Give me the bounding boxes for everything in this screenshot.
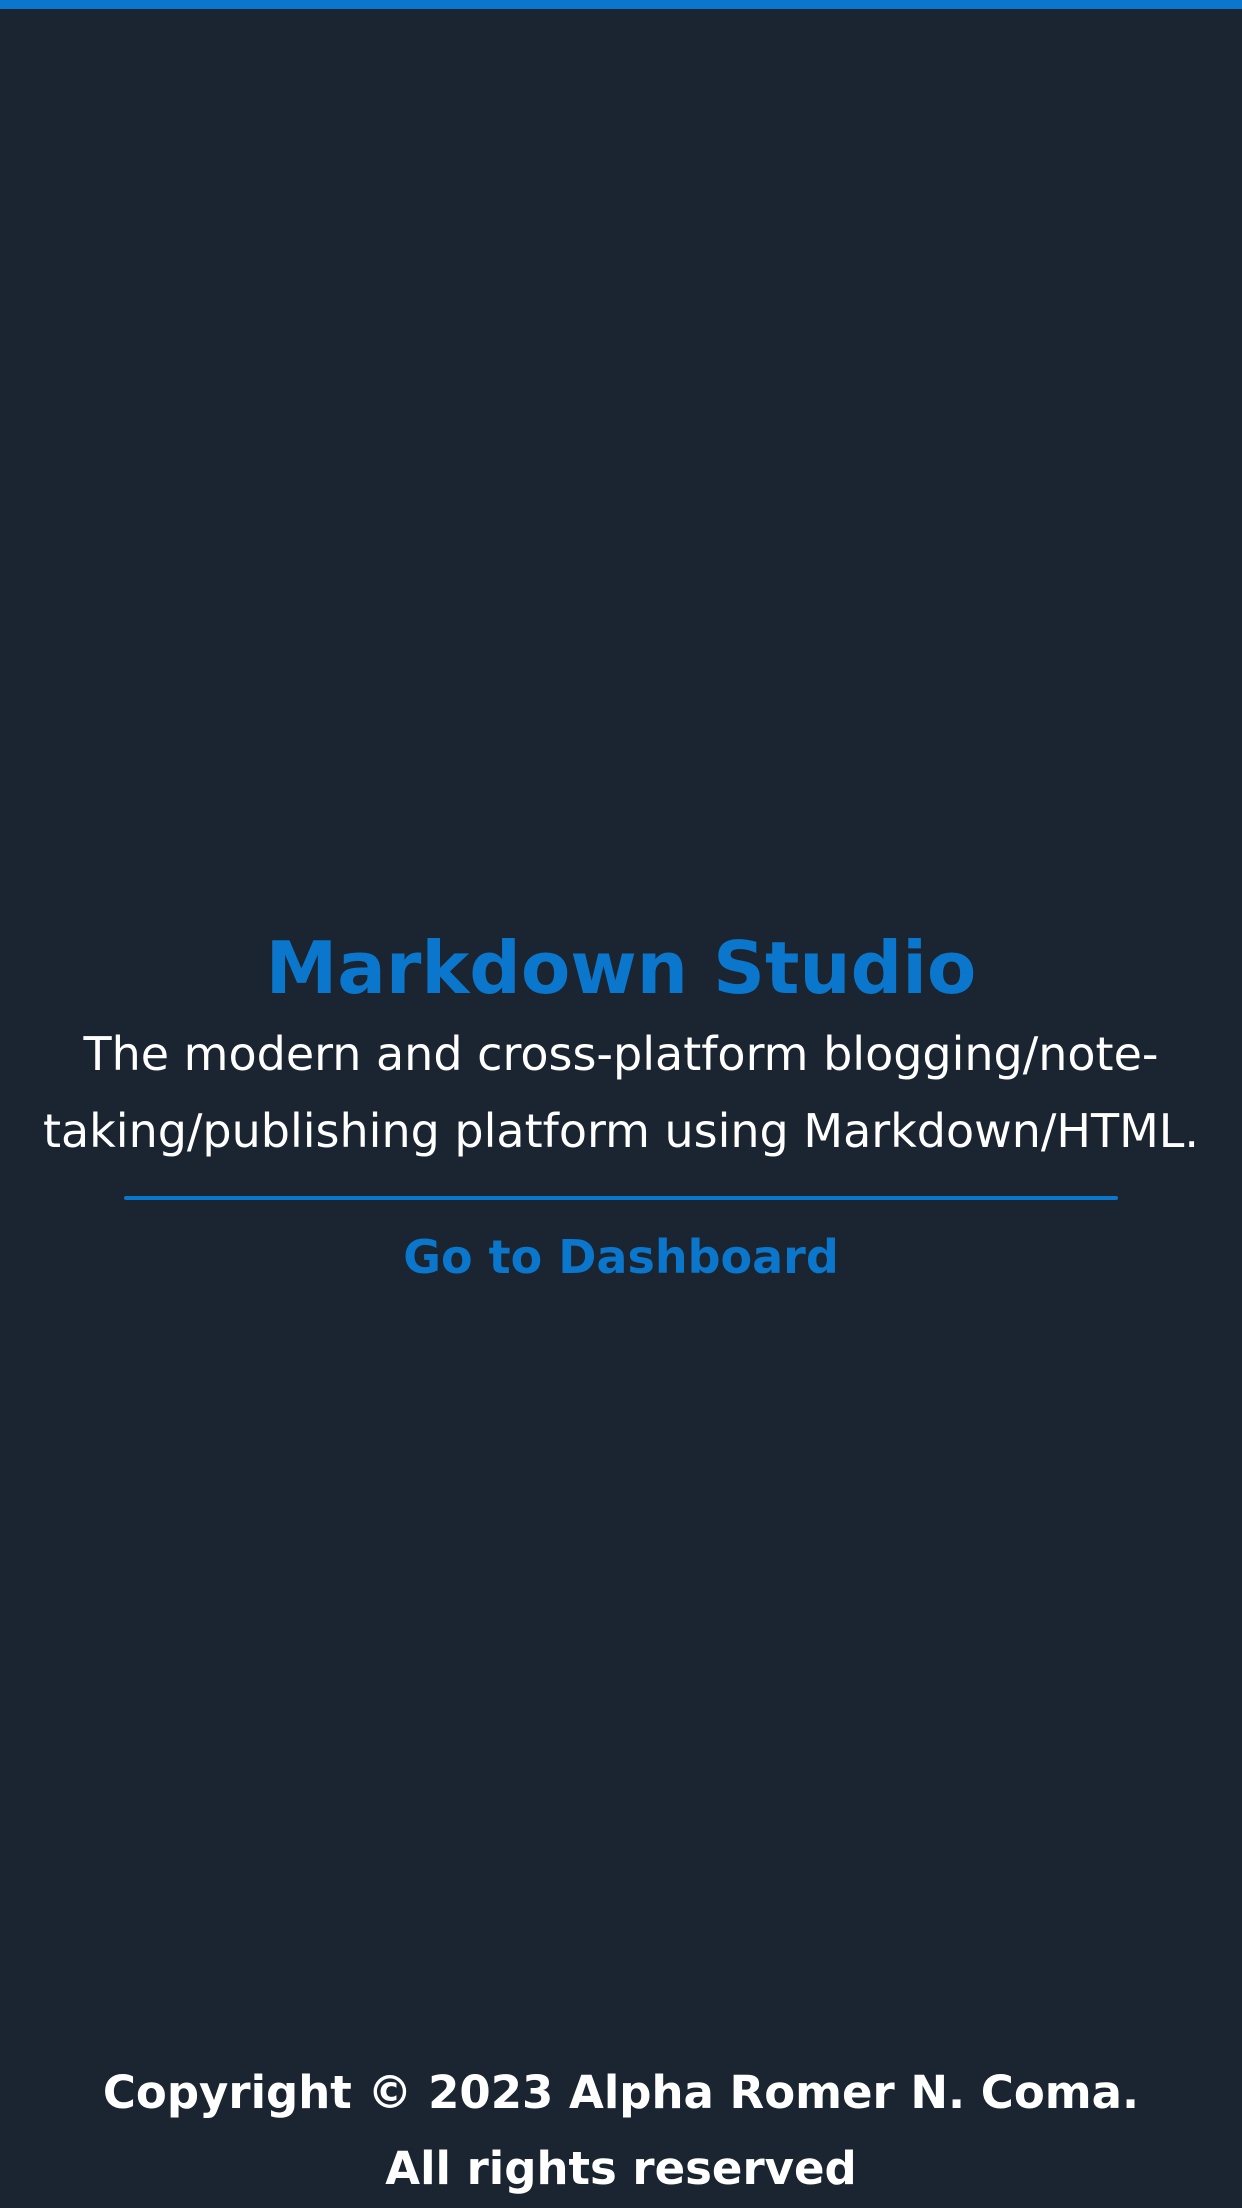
app-title: Markdown Studio bbox=[265, 926, 977, 1010]
app-description-line-1: The modern and cross-platform blogging/n… bbox=[83, 1027, 1159, 1081]
hero-divider bbox=[124, 1196, 1118, 1200]
top-accent-bar bbox=[0, 0, 1242, 9]
go-to-dashboard-link[interactable]: Go to Dashboard bbox=[403, 1226, 839, 1288]
hero-section: Markdown Studio The modern and cross-pla… bbox=[0, 920, 1242, 1288]
page-footer: Copyright © 2023 Alpha Romer N. Coma. Al… bbox=[0, 2055, 1242, 2207]
app-description: The modern and cross-platform blogging/n… bbox=[0, 1016, 1242, 1170]
rights-text: All rights reserved bbox=[385, 2142, 857, 2195]
app-description-line-2: taking/publishing platform using Markdow… bbox=[42, 1104, 1200, 1158]
copyright-text: Copyright © 2023 Alpha Romer N. Coma. bbox=[102, 2066, 1140, 2119]
